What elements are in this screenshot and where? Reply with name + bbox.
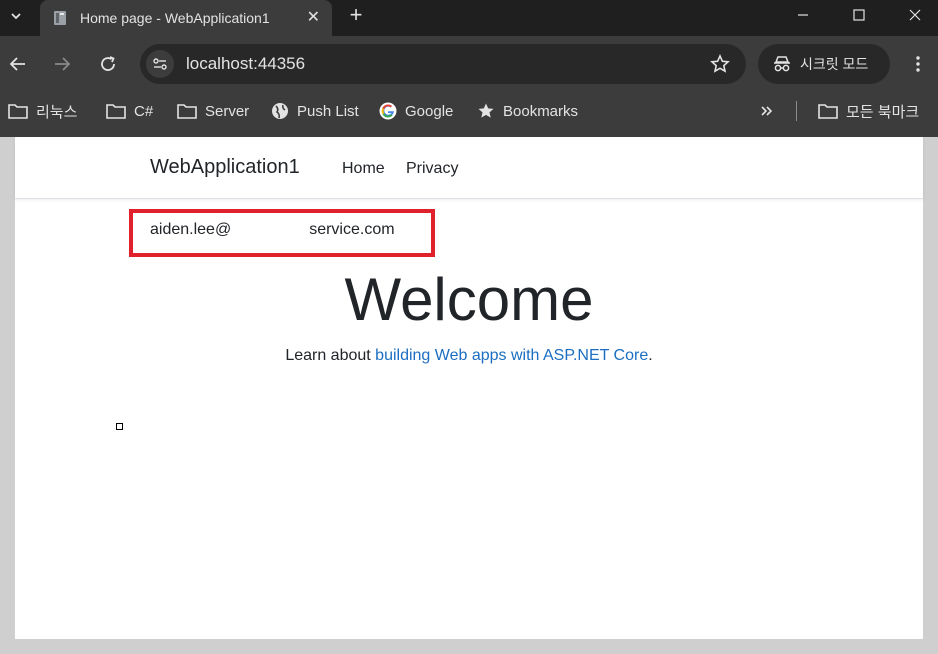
close-icon (909, 9, 921, 21)
site-navbar: WebApplication1 Home Privacy (15, 137, 923, 199)
small-square-marker (116, 423, 123, 430)
page-favicon-icon (54, 11, 66, 25)
browser-menu-button[interactable] (908, 52, 928, 76)
bookmark-label: Bookmarks (503, 102, 579, 120)
folder-icon (818, 104, 838, 119)
maximize-button[interactable] (836, 0, 882, 30)
all-bookmarks-label: 모든 북마크 (846, 103, 920, 121)
active-tab[interactable]: Home page - WebApplication1 ✕ (40, 0, 332, 36)
incognito-badge[interactable]: 시크릿 모드 (758, 44, 890, 84)
title-bar: Home page - WebApplication1 ✕ + (0, 0, 938, 36)
learn-suffix: . (648, 347, 653, 364)
welcome-heading: Welcome (344, 266, 594, 333)
learn-prefix: Learn about (285, 347, 376, 364)
incognito-icon (774, 56, 790, 72)
bookmark-label: 리눅스 (36, 103, 78, 121)
new-tab-button[interactable]: + (344, 2, 368, 28)
minimize-button[interactable] (780, 0, 826, 30)
site-brand-link[interactable]: WebApplication1 (150, 156, 300, 179)
bookmarks-bar: 리눅스 C# Server Push List Google Bookmarks… (0, 92, 938, 137)
bookmark-push-list[interactable]: Push List (271, 92, 359, 130)
bookmark-label: Server (205, 102, 250, 120)
folder-icon (8, 104, 28, 119)
maximize-icon (853, 9, 865, 21)
tab-close-icon[interactable]: ✕ (307, 9, 320, 27)
aspnet-core-docs-link[interactable]: building Web apps with ASP.NET Core (375, 347, 648, 364)
google-icon (379, 102, 397, 120)
bookmark-linux[interactable]: 리눅스 (8, 92, 77, 130)
page-viewport: WebApplication1 Home Privacy aiden.lee@ s… (15, 137, 923, 639)
star-icon (478, 103, 494, 118)
nav-privacy-link[interactable]: Privacy (406, 160, 458, 178)
tab-title: Home page - WebApplication1 (80, 10, 270, 26)
close-window-button[interactable] (892, 0, 938, 30)
bookmarks-overflow-button[interactable] (760, 92, 782, 130)
double-chevron-right-icon (761, 106, 773, 116)
address-bar[interactable]: localhost:44356 (140, 44, 746, 84)
reload-button[interactable] (94, 50, 122, 78)
all-bookmarks-button[interactable]: 모든 북마크 (818, 92, 919, 130)
incognito-label: 시크릿 모드 (800, 56, 869, 72)
tab-search-button[interactable] (4, 4, 28, 28)
reload-icon (101, 56, 115, 71)
browser-toolbar: localhost:44356 시크릿 모드 (0, 36, 938, 92)
arrow-right-icon (55, 57, 71, 71)
folder-icon (177, 104, 197, 119)
bookmark-label: C# (134, 102, 154, 120)
url-text[interactable]: localhost:44356 (186, 54, 305, 74)
highlight-annotation-box (129, 209, 435, 257)
nav-home-link[interactable]: Home (342, 160, 385, 178)
bookmarks-separator (796, 101, 797, 121)
chevron-down-icon (11, 13, 21, 20)
bookmark-label: Google (405, 102, 454, 120)
minimize-icon (798, 14, 808, 16)
forward-button[interactable] (48, 50, 76, 78)
learn-about-text: Learn about building Web apps with ASP.N… (15, 347, 923, 365)
site-info-button[interactable] (146, 50, 174, 78)
tune-icon (153, 58, 167, 70)
folder-icon (106, 104, 126, 119)
bookmark-csharp[interactable]: C# (106, 92, 153, 130)
bookmark-star-icon[interactable] (710, 54, 730, 74)
bookmark-google[interactable]: Google (379, 92, 453, 130)
more-vertical-icon (916, 56, 920, 72)
bookmark-bookmarks[interactable]: Bookmarks (477, 92, 578, 130)
bookmark-label: Push List (297, 102, 359, 120)
bookmark-server[interactable]: Server (177, 92, 249, 130)
back-button[interactable] (4, 50, 32, 78)
arrow-left-icon (9, 57, 25, 71)
globe-icon (272, 103, 288, 119)
